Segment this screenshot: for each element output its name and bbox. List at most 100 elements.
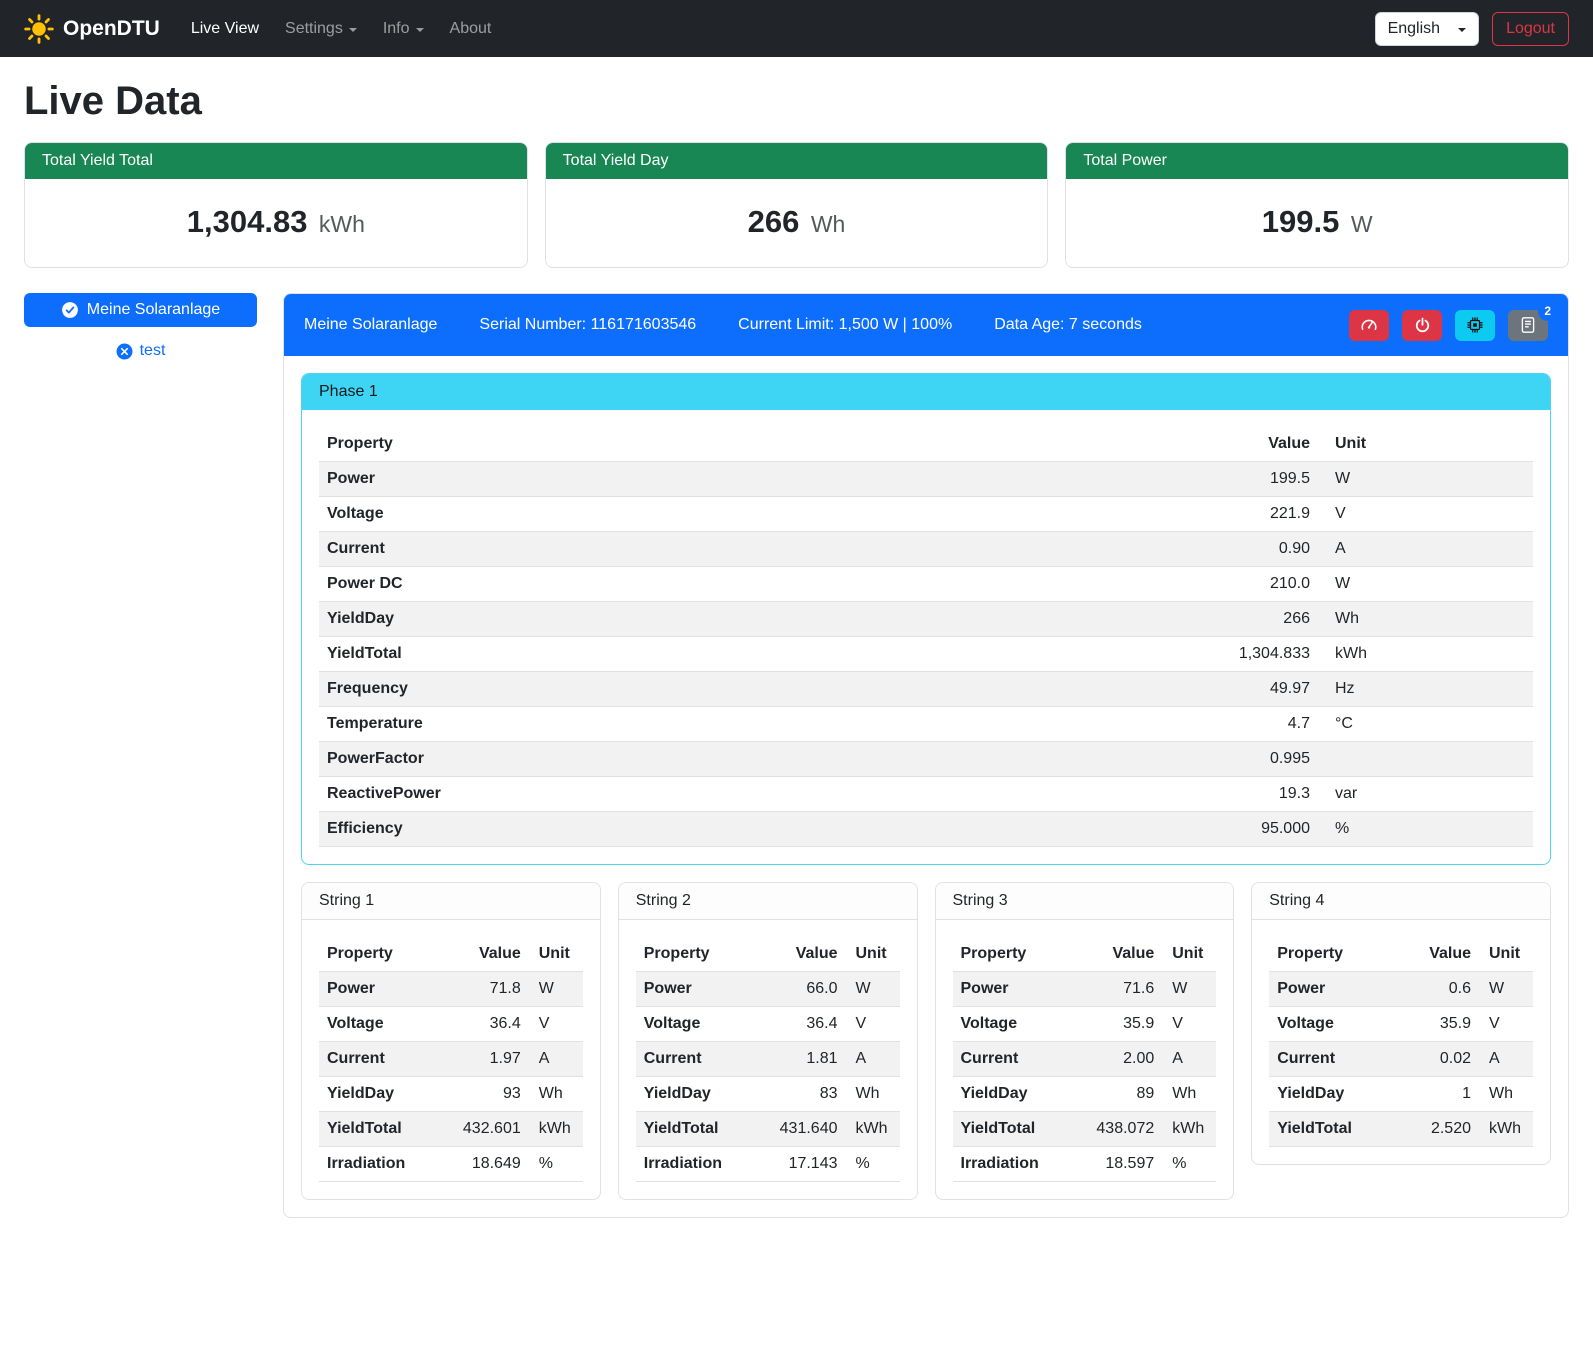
property-cell: Power: [1269, 972, 1399, 1007]
value-cell: 89: [1082, 1077, 1162, 1112]
unit-cell: Wh: [529, 1077, 583, 1112]
summary-card-total-power: Total Power 199.5 W: [1065, 142, 1569, 268]
value-cell: 2.520: [1399, 1112, 1479, 1147]
value-cell: 4.7: [1188, 707, 1318, 742]
summary-cards-row: Total Yield Total 1,304.83 kWh Total Yie…: [24, 142, 1569, 268]
value-cell: 0.6: [1399, 972, 1479, 1007]
table-row: Current2.00A: [953, 1042, 1217, 1077]
power-toggle-button[interactable]: [1402, 310, 1442, 341]
event-log-button[interactable]: 2: [1508, 310, 1548, 341]
table-row: Voltage221.9V: [319, 497, 1533, 532]
property-cell: Irradiation: [319, 1147, 449, 1182]
unit-cell: %: [1318, 812, 1533, 847]
summary-card-unit: kWh: [319, 211, 365, 237]
phase-card-title: Phase 1: [302, 374, 1550, 410]
language-select[interactable]: English: [1375, 12, 1479, 46]
device-info-button[interactable]: [1455, 310, 1495, 341]
summary-card-title: Total Yield Total: [25, 143, 527, 179]
logout-button[interactable]: Logout: [1492, 12, 1569, 46]
value-cell: 35.9: [1082, 1007, 1162, 1042]
table-row: Irradiation18.597%: [953, 1147, 1217, 1182]
nav-item-about[interactable]: About: [437, 12, 505, 46]
table-row: Power71.6W: [953, 972, 1217, 1007]
property-cell: Current: [1269, 1042, 1399, 1077]
summary-card-unit: W: [1351, 211, 1373, 237]
table-row: Power0.6W: [1269, 972, 1533, 1007]
journal-list-icon: [1519, 316, 1537, 334]
table-row: YieldTotal431.640kWh: [636, 1112, 900, 1147]
unit-cell: W: [529, 972, 583, 1007]
property-cell: Power: [319, 972, 449, 1007]
unit-cell: W: [1318, 462, 1533, 497]
unit-cell: V: [846, 1007, 900, 1042]
brand-label: OpenDTU: [63, 17, 160, 41]
property-cell: Current: [636, 1042, 766, 1077]
property-cell: Voltage: [1269, 1007, 1399, 1042]
unit-cell: V: [529, 1007, 583, 1042]
table-row: YieldTotal438.072kWh: [953, 1112, 1217, 1147]
table-row: YieldTotal432.601kWh: [319, 1112, 583, 1147]
unit-cell: W: [1318, 567, 1533, 602]
unit-cell: Wh: [1162, 1077, 1216, 1112]
property-cell: YieldTotal: [319, 1112, 449, 1147]
table-row: Voltage36.4V: [636, 1007, 900, 1042]
value-cell: 0.995: [1188, 742, 1318, 777]
property-cell: Irradiation: [953, 1147, 1083, 1182]
unit-cell: kWh: [1162, 1112, 1216, 1147]
nav-item-settings[interactable]: Settings: [272, 12, 370, 46]
summary-card-title: Total Power: [1066, 143, 1568, 179]
inverter-current-limit: Current Limit: 1,500 W | 100%: [738, 316, 952, 334]
table-row: Current1.81A: [636, 1042, 900, 1077]
summary-card-title: Total Yield Day: [546, 143, 1048, 179]
value-cell: 93: [449, 1077, 529, 1112]
property-cell: ReactivePower: [319, 777, 1188, 812]
summary-card-total-yield-day: Total Yield Day 266 Wh: [545, 142, 1049, 268]
column-property: Property: [1269, 937, 1399, 972]
inverter-item-selected[interactable]: Meine Solaranlage: [24, 293, 257, 327]
string-card: String 4 Property Value Unit Power0.6WVo…: [1251, 882, 1551, 1165]
nav-item-info[interactable]: Info: [370, 12, 437, 46]
table-row: Power71.8W: [319, 972, 583, 1007]
value-cell: 95.000: [1188, 812, 1318, 847]
table-row: Voltage35.9V: [1269, 1007, 1533, 1042]
inverter-item-test[interactable]: test: [24, 342, 257, 360]
table-row: Current0.90A: [319, 532, 1533, 567]
string-card-body: Property Value Unit Power66.0WVoltage36.…: [619, 920, 917, 1199]
inverter-card-header: Meine Solaranlage Serial Number: 1161716…: [284, 294, 1568, 356]
string-card-title: String 3: [936, 883, 1234, 920]
property-cell: Temperature: [319, 707, 1188, 742]
app-root: OpenDTU Live View Settings Info About En…: [0, 0, 1593, 1242]
main-row: Meine Solaranlage test Meine Solaranlage: [24, 293, 1569, 1218]
table-row: YieldDay93Wh: [319, 1077, 583, 1112]
strings-row: String 1 Property Value Unit Power71.8WV…: [301, 882, 1551, 1200]
table-row: Current0.02A: [1269, 1042, 1533, 1077]
summary-card-value: 266: [748, 204, 800, 239]
unit-cell: kWh: [1479, 1112, 1533, 1147]
brand[interactable]: OpenDTU: [24, 14, 160, 44]
property-cell: YieldTotal: [319, 637, 1188, 672]
value-cell: 71.8: [449, 972, 529, 1007]
nav-item-live-view[interactable]: Live View: [178, 12, 272, 46]
table-row: ReactivePower19.3var: [319, 777, 1533, 812]
unit-cell: var: [1318, 777, 1533, 812]
value-cell: 1,304.833: [1188, 637, 1318, 672]
unit-cell: Wh: [846, 1077, 900, 1112]
unit-cell: A: [846, 1042, 900, 1077]
unit-cell: %: [846, 1147, 900, 1182]
column-unit: Unit: [529, 937, 583, 972]
unit-cell: W: [1162, 972, 1216, 1007]
inverter-data-age: Data Age: 7 seconds: [994, 316, 1142, 334]
phase-table: Property Value Unit Power199.5WVoltage22…: [319, 427, 1533, 847]
table-row: PowerFactor0.995: [319, 742, 1533, 777]
property-cell: Voltage: [319, 1007, 449, 1042]
navbar-right: English Logout: [1375, 12, 1569, 46]
table-header-row: Property Value Unit: [1269, 937, 1533, 972]
string-card: String 3 Property Value Unit Power71.6WV…: [935, 882, 1235, 1200]
summary-card-body: 266 Wh: [546, 179, 1048, 267]
table-row: Power DC210.0W: [319, 567, 1533, 602]
limit-settings-button[interactable]: [1349, 310, 1389, 341]
column-unit: Unit: [1318, 427, 1533, 462]
unit-cell: A: [1479, 1042, 1533, 1077]
property-cell: YieldDay: [1269, 1077, 1399, 1112]
navbar: OpenDTU Live View Settings Info About En…: [0, 0, 1593, 57]
